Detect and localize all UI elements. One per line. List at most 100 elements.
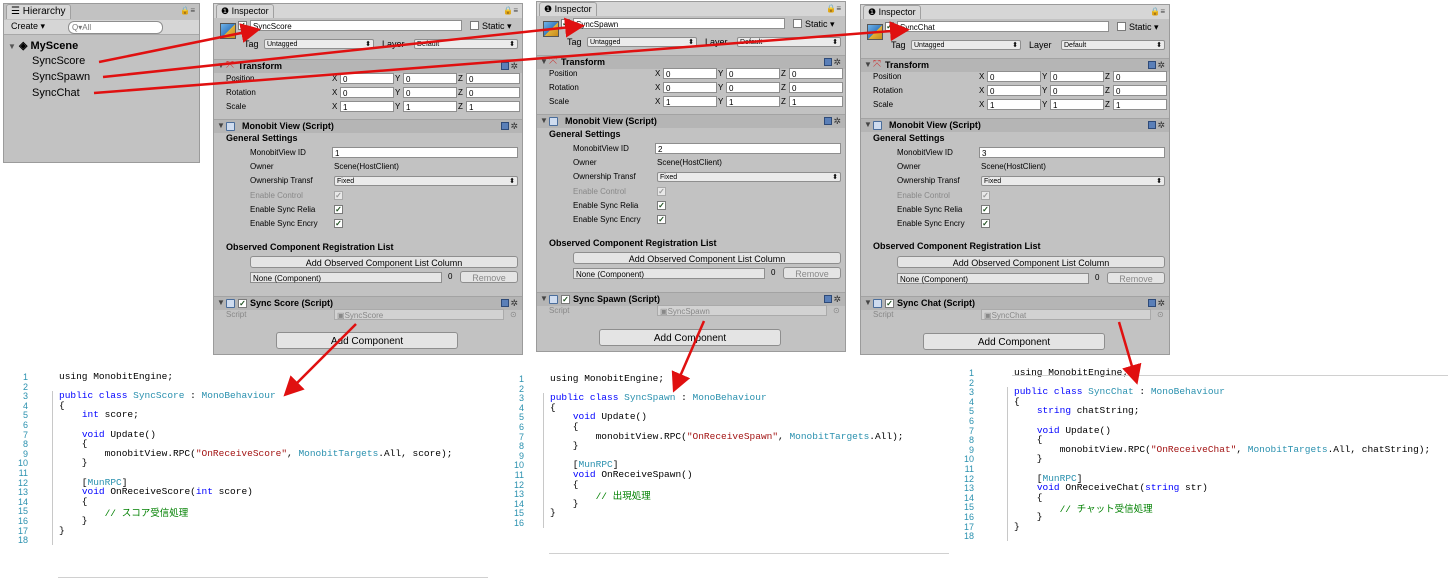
transform-section-header[interactable]: ▼ ⤧ Transform ✲: [537, 55, 845, 69]
position-x-field[interactable]: 0: [987, 71, 1041, 82]
rotation-y-field[interactable]: 0: [1050, 85, 1104, 96]
target-icon[interactable]: ⊙: [510, 310, 517, 319]
help-book-icon[interactable]: [1148, 121, 1156, 129]
hierarchy-tab[interactable]: ☰ Hierarchy: [6, 4, 71, 19]
scale-z-field[interactable]: 1: [789, 96, 843, 107]
static-checkbox[interactable]: [1117, 22, 1126, 31]
script-enabled-checkbox[interactable]: ✓: [238, 299, 247, 308]
scale-x-field[interactable]: 1: [340, 101, 394, 112]
lock-icon[interactable]: 🔒≡: [826, 4, 841, 13]
position-z-field[interactable]: 0: [789, 68, 843, 79]
rotation-z-field[interactable]: 0: [1113, 85, 1167, 96]
scale-z-field[interactable]: 1: [1113, 99, 1167, 110]
enable-sync-reliable-checkbox[interactable]: ✓: [334, 205, 343, 214]
gear-icon[interactable]: ✲: [833, 57, 841, 68]
object-name-field[interactable]: SyncSpawn: [573, 18, 785, 29]
ownership-dropdown[interactable]: Fixed ⬍: [334, 176, 518, 186]
position-y-field[interactable]: 0: [403, 73, 457, 84]
add-component-button[interactable]: Add Component: [599, 329, 781, 346]
position-y-field[interactable]: 0: [726, 68, 780, 79]
hierarchy-item-syncspawn[interactable]: SyncSpawn: [32, 71, 90, 83]
position-z-field[interactable]: 0: [1113, 71, 1167, 82]
inspector-tab[interactable]: ❶ Inspector: [863, 5, 921, 19]
add-observed-button[interactable]: Add Observed Component List Column: [573, 252, 841, 264]
ownership-dropdown[interactable]: Fixed ⬍: [657, 172, 841, 182]
rotation-x-field[interactable]: 0: [987, 85, 1041, 96]
inspector-tab[interactable]: ❶ Inspector: [216, 4, 274, 18]
layer-dropdown[interactable]: Default ⬍: [1061, 40, 1165, 50]
active-checkbox[interactable]: ✓: [885, 22, 894, 31]
position-x-field[interactable]: 0: [663, 68, 717, 79]
object-name-field[interactable]: SyncScore: [250, 20, 462, 31]
rotation-z-field[interactable]: 0: [466, 87, 520, 98]
view-id-field[interactable]: 1: [332, 147, 518, 158]
hierarchy-item-syncchat[interactable]: SyncChat: [32, 87, 80, 99]
add-component-button[interactable]: Add Component: [276, 332, 458, 349]
hierarchy-item-syncscore[interactable]: SyncScore: [32, 55, 85, 67]
transform-section-header[interactable]: ▼ ⤧ Transform ✲: [861, 58, 1169, 72]
target-icon[interactable]: ⊙: [1157, 310, 1164, 319]
script-enabled-checkbox[interactable]: ✓: [885, 299, 894, 308]
lock-icon[interactable]: 🔒≡: [1150, 7, 1165, 16]
enable-sync-encrypt-checkbox[interactable]: ✓: [657, 215, 666, 224]
script-section-header[interactable]: ▼ ✓ Sync Spawn (Script) ✲: [537, 292, 845, 306]
none-component-field[interactable]: None (Component): [250, 272, 442, 283]
script-section-header[interactable]: ▼ ✓ Sync Score (Script) ✲: [214, 296, 522, 310]
lock-icon[interactable]: 🔒≡: [180, 6, 195, 15]
layer-dropdown[interactable]: Default ⬍: [737, 37, 841, 47]
remove-button[interactable]: Remove: [1107, 272, 1165, 284]
add-observed-button[interactable]: Add Observed Component List Column: [897, 256, 1165, 268]
monobit-view-section-header[interactable]: ▼ Monobit View (Script) ✲: [861, 118, 1169, 132]
monobit-view-section-header[interactable]: ▼ Monobit View (Script) ✲: [537, 114, 845, 128]
lock-icon[interactable]: 🔒≡: [503, 6, 518, 15]
scale-y-field[interactable]: 1: [1050, 99, 1104, 110]
scale-x-field[interactable]: 1: [663, 96, 717, 107]
object-name-field[interactable]: SyncChat: [897, 21, 1109, 32]
gear-icon[interactable]: ✲: [833, 116, 841, 127]
none-component-field[interactable]: None (Component): [897, 273, 1089, 284]
help-book-icon[interactable]: [501, 62, 509, 70]
rotation-y-field[interactable]: 0: [403, 87, 457, 98]
help-book-icon[interactable]: [1148, 61, 1156, 69]
ownership-dropdown[interactable]: Fixed ⬍: [981, 176, 1165, 186]
scale-x-field[interactable]: 1: [987, 99, 1041, 110]
static-checkbox[interactable]: [470, 21, 479, 30]
search-input[interactable]: Q▾All: [68, 21, 163, 34]
inspector-tab[interactable]: ❶ Inspector: [539, 2, 597, 16]
active-checkbox[interactable]: ✓: [561, 19, 570, 28]
gear-icon[interactable]: ✲: [833, 294, 841, 305]
enable-sync-reliable-checkbox[interactable]: ✓: [657, 201, 666, 210]
tag-dropdown[interactable]: Untagged ⬍: [911, 40, 1021, 50]
help-book-icon[interactable]: [1148, 299, 1156, 307]
active-checkbox[interactable]: ✓: [238, 21, 247, 30]
view-id-field[interactable]: 3: [979, 147, 1165, 158]
enable-sync-encrypt-checkbox[interactable]: ✓: [981, 219, 990, 228]
enable-sync-encrypt-checkbox[interactable]: ✓: [334, 219, 343, 228]
script-section-header[interactable]: ▼ ✓ Sync Chat (Script) ✲: [861, 296, 1169, 310]
gear-icon[interactable]: ✲: [510, 61, 518, 72]
gear-icon[interactable]: ✲: [510, 121, 518, 132]
transform-section-header[interactable]: ▼ ⤧ Transform ✲: [214, 59, 522, 73]
gear-icon[interactable]: ✲: [1157, 120, 1165, 131]
enable-sync-reliable-checkbox[interactable]: ✓: [981, 205, 990, 214]
tag-dropdown[interactable]: Untagged ⬍: [587, 37, 697, 47]
tag-dropdown[interactable]: Untagged ⬍: [264, 39, 374, 49]
add-component-button[interactable]: Add Component: [923, 333, 1105, 350]
gear-icon[interactable]: ✲: [510, 298, 518, 309]
remove-button[interactable]: Remove: [783, 267, 841, 279]
gear-icon[interactable]: ✲: [1157, 60, 1165, 71]
target-icon[interactable]: ⊙: [833, 306, 840, 315]
rotation-z-field[interactable]: 0: [789, 82, 843, 93]
position-x-field[interactable]: 0: [340, 73, 394, 84]
add-observed-button[interactable]: Add Observed Component List Column: [250, 256, 518, 268]
monobit-view-section-header[interactable]: ▼ Monobit View (Script) ✲: [214, 119, 522, 133]
position-y-field[interactable]: 0: [1050, 71, 1104, 82]
position-z-field[interactable]: 0: [466, 73, 520, 84]
layer-dropdown[interactable]: Default ⬍: [414, 39, 518, 49]
gear-icon[interactable]: ✲: [1157, 298, 1165, 309]
help-book-icon[interactable]: [501, 299, 509, 307]
help-book-icon[interactable]: [824, 295, 832, 303]
rotation-x-field[interactable]: 0: [340, 87, 394, 98]
help-book-icon[interactable]: [824, 58, 832, 66]
script-enabled-checkbox[interactable]: ✓: [561, 295, 570, 304]
